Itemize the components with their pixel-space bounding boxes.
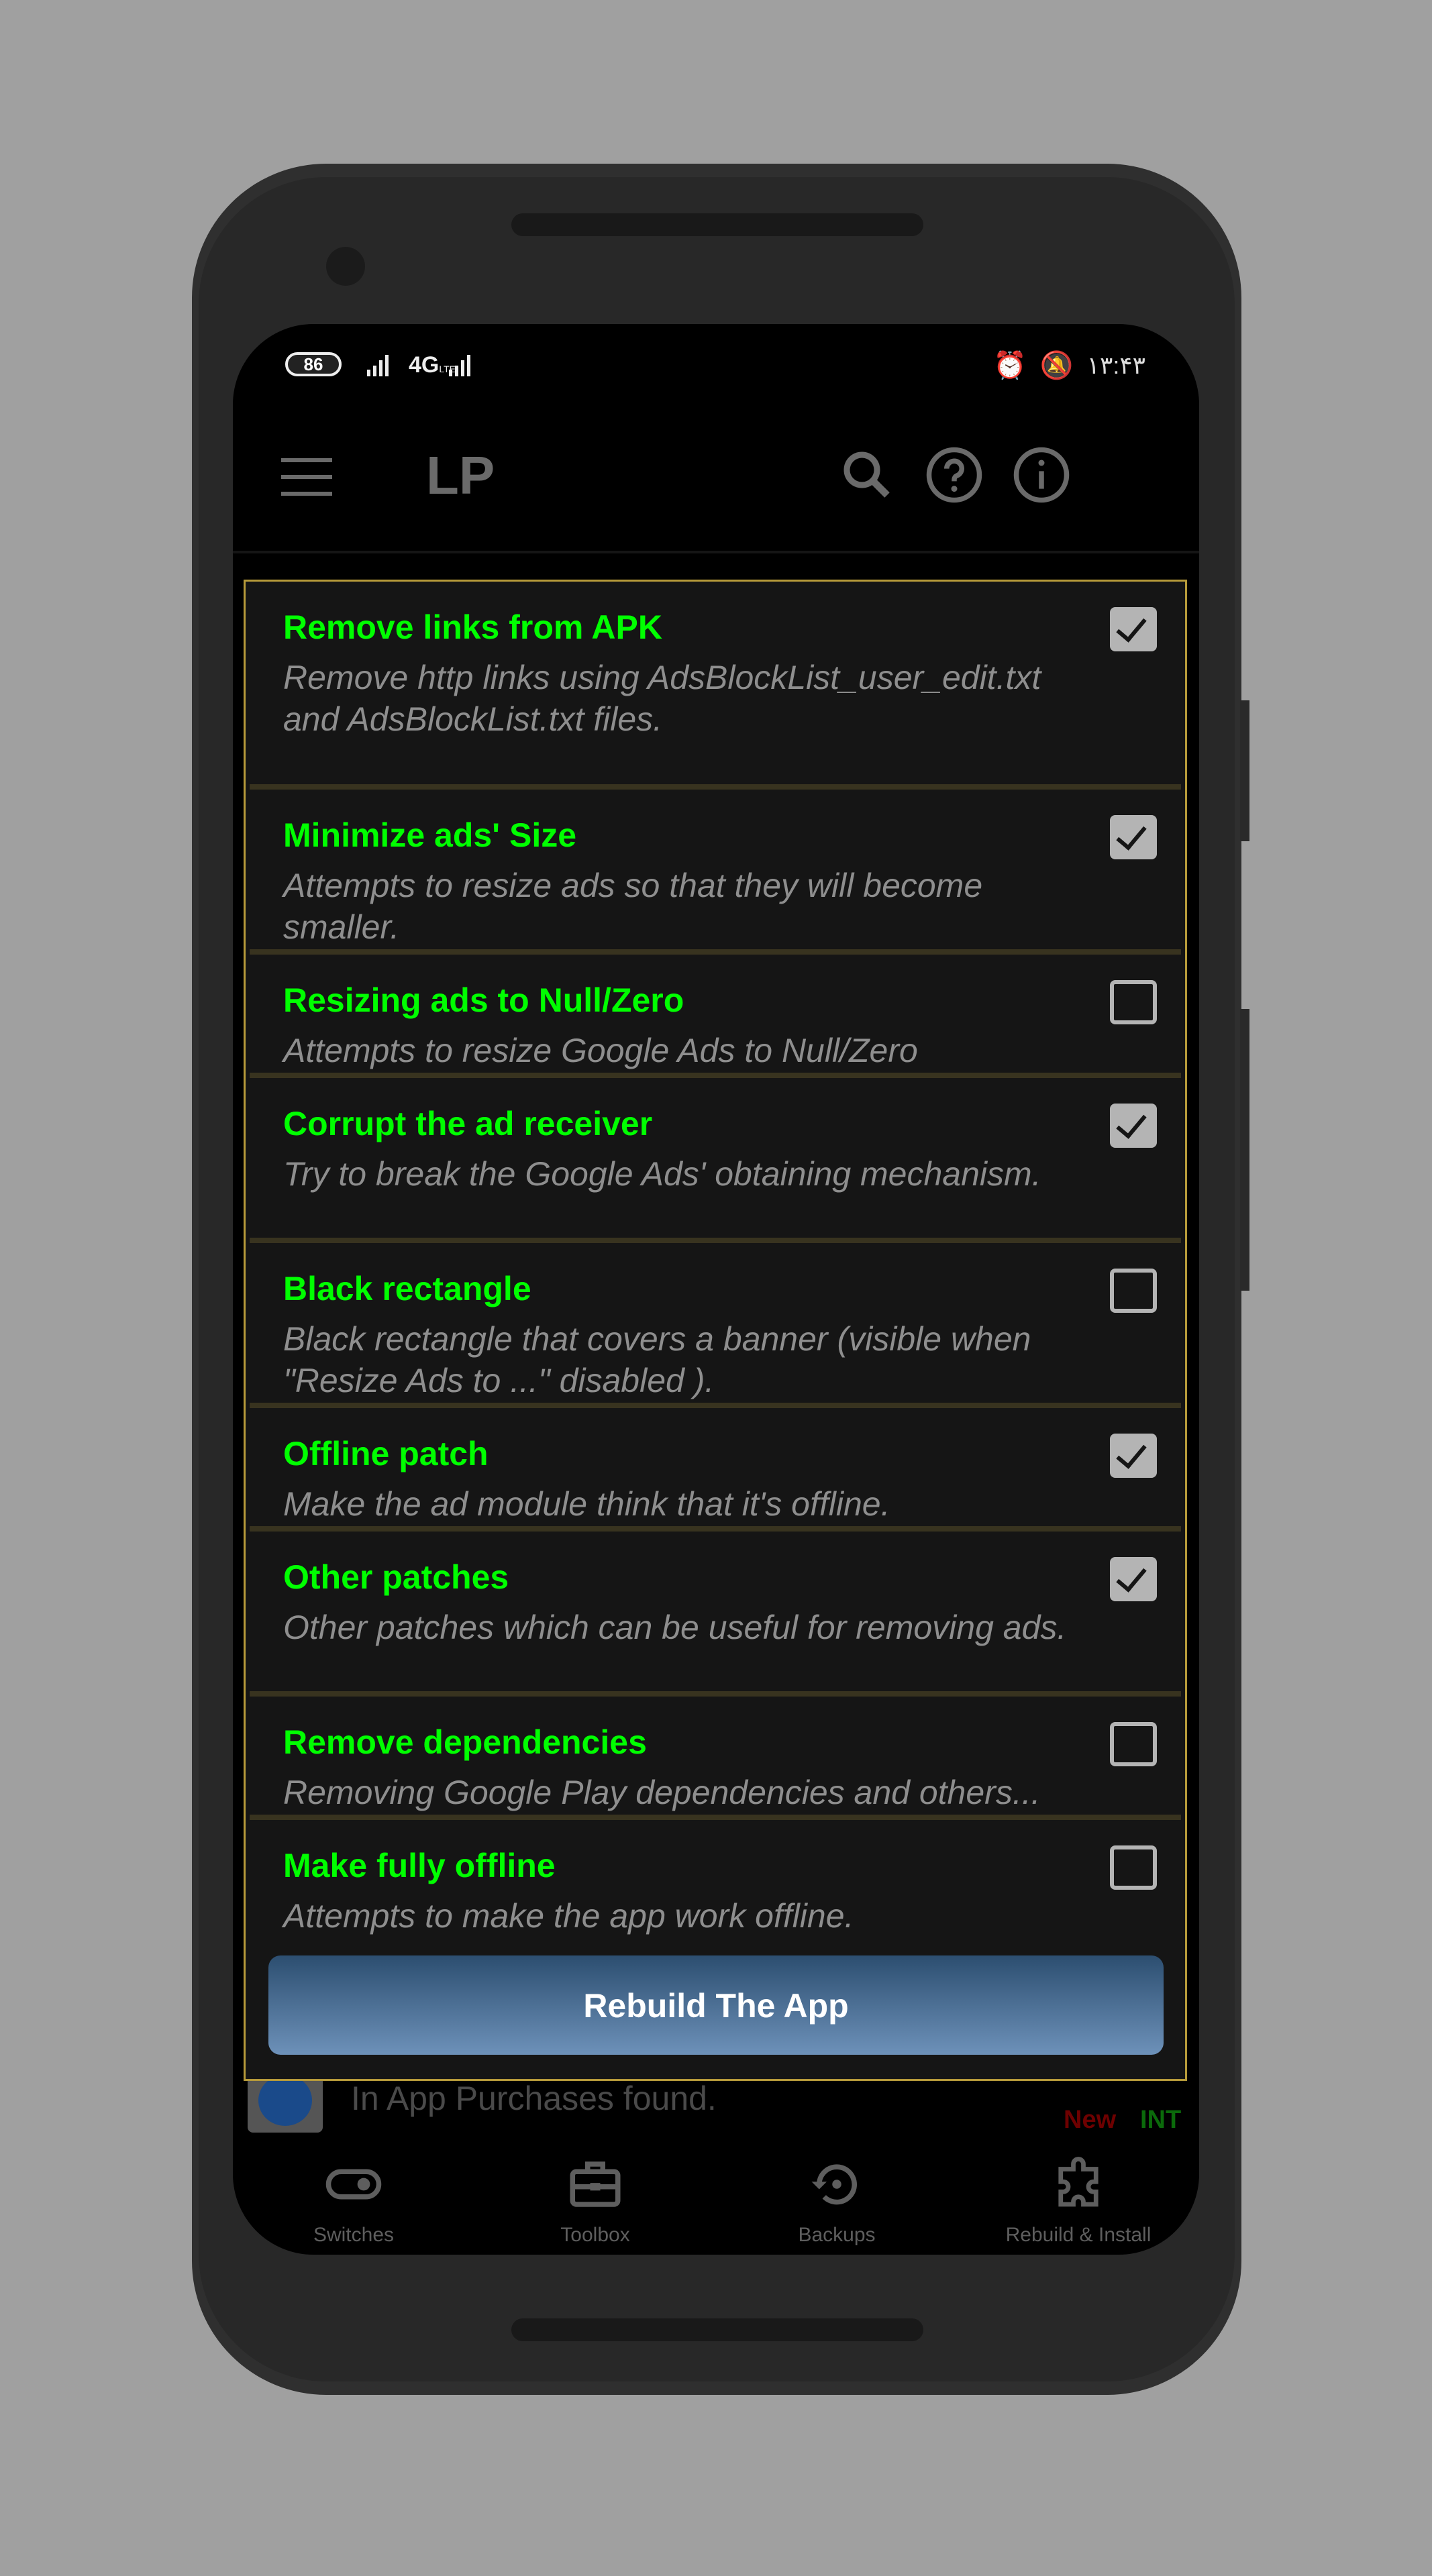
bottom-nav: Switches Toolbox Backups Rebuild & Insta… (233, 2146, 1199, 2255)
nav-rebuild-install[interactable]: Rebuild & Install (958, 2146, 1199, 2255)
option-description: Removing Google Play dependencies and ot… (283, 1774, 1041, 1811)
help-icon[interactable] (924, 445, 984, 505)
option-title: Remove dependencies (283, 1723, 647, 1761)
option-title: Offline patch (283, 1435, 489, 1472)
option-description: Black rectangle that covers a banner (vi… (283, 1320, 1031, 1399)
option-title: Other patches (283, 1558, 509, 1596)
nav-label: Toolbox (560, 2224, 630, 2246)
toggle-icon (321, 2154, 386, 2214)
bottom-speaker (511, 2318, 923, 2341)
option-remove-dependencies[interactable]: Remove dependencies Removing Google Play… (250, 1697, 1181, 1820)
option-title: Corrupt the ad receiver (283, 1105, 653, 1142)
option-minimize-ads[interactable]: Minimize ads' Size Attempts to resize ad… (250, 790, 1181, 955)
option-offline-patch[interactable]: Offline patch Make the ad module think t… (250, 1408, 1181, 1532)
option-remove-links[interactable]: Remove links from APK Remove http links … (250, 582, 1181, 790)
checkbox[interactable] (1110, 1722, 1157, 1766)
option-other-patches[interactable]: Other patches Other patches which can be… (250, 1532, 1181, 1697)
option-corrupt-receiver[interactable]: Corrupt the ad receiver Try to break the… (250, 1078, 1181, 1243)
checkbox[interactable] (1110, 1557, 1157, 1601)
int-badge: INT (1140, 2106, 1182, 2134)
option-description: Remove http links using AdsBlockList_use… (283, 659, 1041, 738)
checkbox[interactable] (1110, 980, 1157, 1024)
ads-patch-dialog: Remove links from APK Remove http links … (244, 580, 1187, 2081)
menu-icon[interactable] (281, 458, 332, 496)
volume-button (1240, 1009, 1249, 1291)
option-description: Attempts to make the app work offline. (283, 1897, 854, 1935)
option-description: Attempts to resize Google Ads to Null/Ze… (283, 1032, 918, 1069)
status-right: ⏰ 🔕 ۱۳:۴۳ (993, 350, 1145, 381)
checkbox[interactable] (1110, 815, 1157, 859)
earpiece (511, 213, 923, 236)
power-button (1240, 700, 1249, 841)
option-title: Black rectangle (283, 1270, 531, 1307)
option-black-rectangle[interactable]: Black rectangle Black rectangle that cov… (250, 1243, 1181, 1408)
alarm-icon: ⏰ (993, 351, 1027, 380)
option-description: Make the ad module think that it's offli… (283, 1485, 890, 1523)
checkbox[interactable] (1110, 1104, 1157, 1148)
option-make-offline[interactable]: Make fully offline Attempts to make the … (250, 1820, 1181, 1943)
app-bar: LP (233, 405, 1199, 552)
nav-label: Backups (798, 2224, 876, 2246)
nav-label: Switches (313, 2224, 395, 2246)
option-description: Attempts to resize ads so that they will… (283, 867, 983, 946)
checkbox[interactable] (1110, 1845, 1157, 1890)
new-badge: New (1064, 2106, 1117, 2134)
option-resize-null[interactable]: Resizing ads to Null/Zero Attempts to re… (250, 955, 1181, 1078)
status-bar: 86 4GLTE ⏰ 🔕 ۱۳:۴۳ (233, 324, 1199, 405)
checkbox[interactable] (1110, 607, 1157, 651)
list-item-status: In App Purchases found. (351, 2080, 717, 2117)
nav-toolbox[interactable]: Toolbox (474, 2146, 716, 2255)
option-title: Remove links from APK (283, 608, 662, 646)
signal-icon (367, 354, 389, 376)
option-description: Try to break the Google Ads' obtaining m… (283, 1155, 1041, 1193)
nav-backups[interactable]: Backups (716, 2146, 958, 2255)
signal-icon (449, 354, 470, 376)
network-label: 4G (409, 352, 440, 378)
rebuild-app-button[interactable]: Rebuild The App (268, 1955, 1164, 2055)
nav-switches[interactable]: Switches (233, 2146, 474, 2255)
checkbox[interactable] (1110, 1434, 1157, 1478)
option-title: Minimize ads' Size (283, 816, 577, 854)
search-icon[interactable] (837, 445, 897, 505)
clock: ۱۳:۴۳ (1086, 351, 1145, 379)
option-title: Resizing ads to Null/Zero (283, 981, 684, 1019)
option-description: Other patches which can be useful for re… (283, 1609, 1067, 1646)
restore-icon (805, 2154, 869, 2214)
battery-icon: 86 (285, 352, 342, 376)
info-icon[interactable] (1011, 445, 1072, 505)
mute-icon: 🔕 (1039, 351, 1074, 380)
toolbox-icon (563, 2154, 627, 2214)
app-bar-divider (233, 551, 1199, 553)
app-title: LP (426, 445, 495, 505)
nav-label: Rebuild & Install (1005, 2224, 1152, 2246)
checkbox[interactable] (1110, 1269, 1157, 1313)
option-title: Make fully offline (283, 1847, 556, 1884)
front-camera (326, 247, 365, 286)
puzzle-icon (1046, 2154, 1111, 2214)
